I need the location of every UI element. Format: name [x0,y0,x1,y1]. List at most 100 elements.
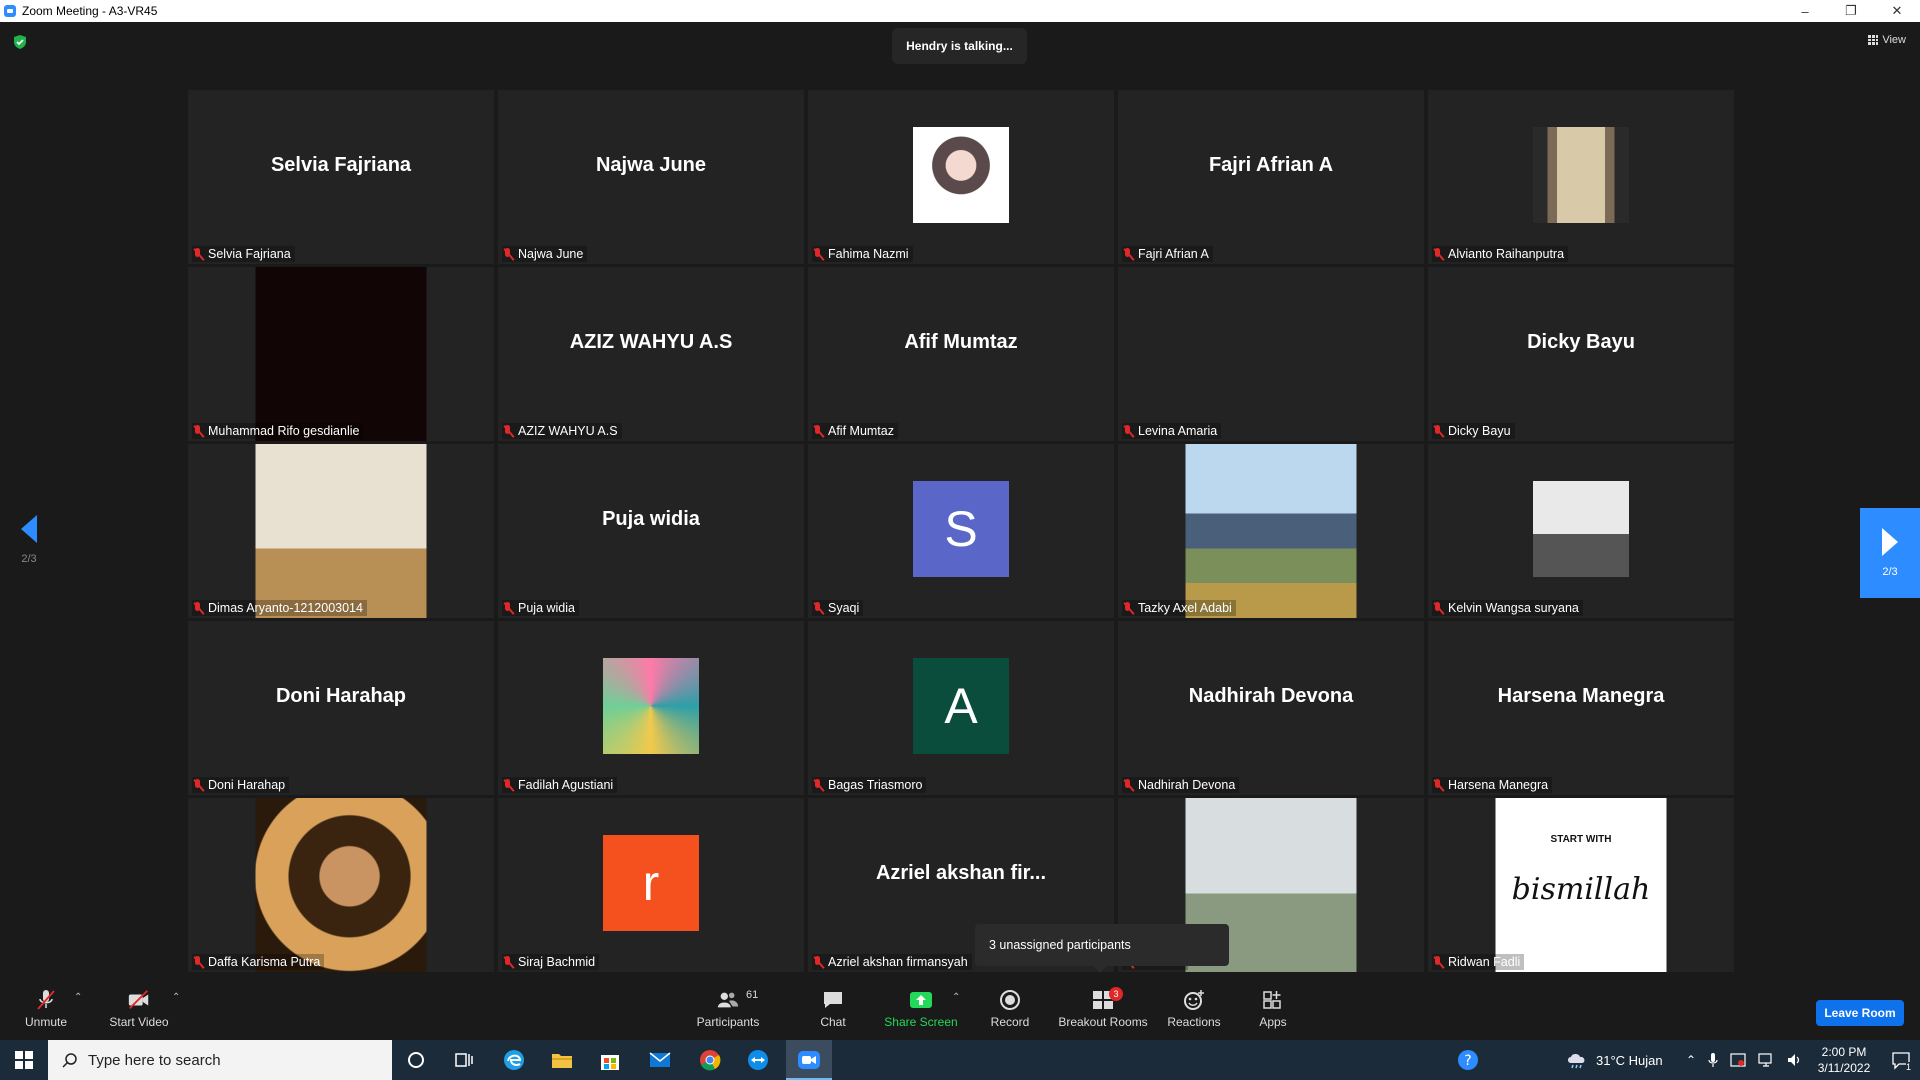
microphone-icon[interactable] [1708,1052,1718,1068]
leave-room-button[interactable]: Leave Room [1816,1000,1904,1026]
participant-tile[interactable]: Fadilah Agustiani [498,621,804,795]
mic-muted-icon [1432,955,1444,969]
file-explorer-icon[interactable] [550,1048,574,1072]
participant-name: Najwa June [518,247,584,261]
participant-tile[interactable]: r Siraj Bachmid [498,798,804,972]
participants-label: Participants [696,1015,760,1029]
taskbar-search-box[interactable]: Type here to search [48,1040,392,1080]
participant-tile[interactable]: Nadhirah Devona Nadhirah Devona [1118,621,1424,795]
participant-tile[interactable]: Tazky Axel Adabi [1118,444,1424,618]
cortana-icon[interactable] [404,1048,428,1072]
edge-browser-icon[interactable] [502,1048,526,1072]
chevron-right-icon [1882,528,1898,556]
search-placeholder: Type here to search [88,1051,221,1069]
participant-tile[interactable]: Harsena Manegra Harsena Manegra [1428,621,1734,795]
participants-button[interactable]: 61 Participants [692,978,764,1040]
participant-tile[interactable]: Alvianto Raihanputra [1428,90,1734,264]
zoom-icon [798,1051,820,1069]
next-page-button[interactable]: 2/3 [1860,508,1920,598]
participant-name: Fadilah Agustiani [518,778,614,792]
participant-tile[interactable]: Doni Harahap Doni Harahap [188,621,494,795]
task-view-icon[interactable] [452,1048,476,1072]
chrome-icon[interactable] [698,1048,722,1072]
mic-muted-icon [812,955,824,969]
participant-tile[interactable]: Najwa June Najwa June [498,90,804,264]
participant-tile[interactable]: Dimas Aryanto-1212003014 [188,444,494,618]
unassigned-participants-tooltip: 3 unassigned participants [975,924,1229,973]
participant-name-label: Nadhirah Devona [1122,777,1240,793]
microsoft-store-icon[interactable] [598,1048,622,1072]
unmute-button[interactable]: Unmute [18,978,74,1040]
video-options-caret[interactable]: ⌃ [172,992,180,1003]
help-icon[interactable]: ? [1456,1048,1480,1072]
participant-tile[interactable]: START WITH bismillah Ridwan Fadli [1428,798,1734,972]
participant-tile[interactable]: Muhammad Rifo gesdianlie [188,267,494,441]
previous-page-button[interactable]: 2/3 [18,515,40,565]
participant-profile-image [1533,481,1629,577]
apps-label: Apps [1259,1015,1287,1029]
apps-button[interactable]: Apps [1256,978,1290,1040]
participant-profile-image [603,658,699,754]
participants-count: 61 [746,989,759,1001]
teamviewer-icon[interactable] [746,1048,770,1072]
mic-muted-icon [502,424,514,438]
participant-name-label: Siraj Bachmid [502,954,600,970]
participant-name-label: Levina Amaria [1122,423,1222,439]
participant-tile[interactable]: Fajri Afrian A Fajri Afrian A [1118,90,1424,264]
participant-gallery: Selvia Fajriana Selvia Fajriana Najwa June… [188,90,1734,974]
windows-logo-icon [15,1051,33,1069]
audio-options-caret[interactable]: ⌃ [74,992,82,1003]
participant-display-name: Afif Mumtaz [904,330,1018,353]
zoom-taskbar-button[interactable] [786,1040,832,1080]
participant-tile[interactable]: Daffa Karisma Putra [188,798,494,972]
notification-center-button[interactable]: 1 [1882,1040,1920,1080]
participant-tile[interactable]: Selvia Fajriana Selvia Fajriana [188,90,494,264]
network-icon[interactable] [1758,1052,1774,1068]
breakout-rooms-label: Breakout Rooms [1058,1015,1148,1029]
participant-tile[interactable]: Kelvin Wangsa suryana [1428,444,1734,618]
page-indicator: 2/3 [21,553,37,565]
participant-profile-image: START WITH bismillah [1495,798,1667,972]
weather-widget[interactable]: 31°C Hujan [1566,1040,1663,1080]
active-speaker-indicator: Hendry is talking... [892,28,1027,64]
taskbar-clock[interactable]: 2:00 PM 3/11/2022 [1806,1040,1882,1080]
participant-tile[interactable]: AZIZ WAHYU A.S AZIZ WAHYU A.S [498,267,804,441]
participant-display-name: Doni Harahap [275,684,407,707]
view-button[interactable]: View [1868,34,1906,46]
breakout-rooms-button[interactable]: 3 Breakout Rooms [1058,978,1148,1040]
participant-name: AZIZ WAHYU A.S [518,424,618,438]
participant-initial-avatar: r [603,835,699,931]
security-shield-icon[interactable] [12,34,28,50]
participant-video-feed [255,798,427,972]
start-button[interactable] [0,1040,48,1080]
share-screen-button[interactable]: Share Screen [882,978,960,1040]
antivirus-icon[interactable] [1730,1052,1746,1068]
video-off-icon [127,989,151,1011]
participant-tile[interactable]: S Syaqi [808,444,1114,618]
participant-name-label: Kelvin Wangsa suryana [1432,600,1583,616]
participant-tile[interactable]: A Bagas Triasmoro [808,621,1114,795]
participant-tile[interactable]: Levina Amaria [1118,267,1424,441]
clock-date: 3/11/2022 [1817,1061,1871,1075]
apps-icon [1261,989,1285,1011]
participant-tile[interactable]: Dicky Bayu Dicky Bayu [1428,267,1734,441]
record-button[interactable]: Record [988,978,1032,1040]
participant-name-label: Fadilah Agustiani [502,777,618,793]
participant-tile[interactable]: Afif Mumtaz Afif Mumtaz [808,267,1114,441]
mic-muted-icon [1432,778,1444,792]
chat-button[interactable]: Chat [810,978,856,1040]
minimize-button[interactable]: – [1782,0,1828,22]
mic-muted-icon [502,247,514,261]
restore-button[interactable]: ❐ [1828,0,1874,22]
mail-icon[interactable] [648,1048,672,1072]
show-hidden-icons-chevron-icon[interactable]: ⌃ [1686,1053,1696,1067]
share-options-caret[interactable]: ⌃ [952,992,960,1003]
participant-tile[interactable]: Puja widia Puja widia [498,444,804,618]
participant-name-label: Puja widia [502,600,579,616]
volume-icon[interactable] [1786,1052,1802,1068]
participant-tile[interactable]: Fahima Nazmi [808,90,1114,264]
reactions-button[interactable]: Reactions [1166,978,1222,1040]
close-button[interactable]: ✕ [1874,0,1920,22]
participant-name-label: Dimas Aryanto-1212003014 [192,600,367,616]
start-video-button[interactable]: Start Video [104,978,174,1040]
